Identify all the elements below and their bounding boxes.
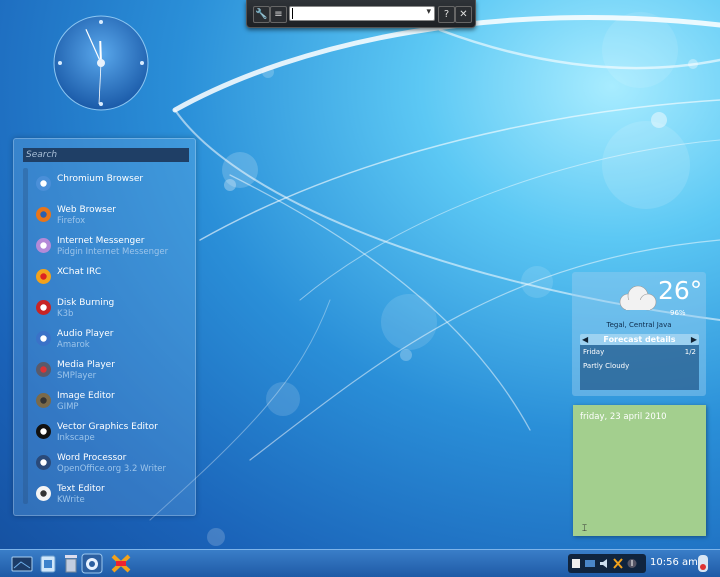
forecast-condition: Partly Cloudy (583, 362, 630, 370)
app-name: Text Editor (57, 484, 105, 494)
app-name: Audio Player (57, 329, 114, 339)
forecast-day: Friday (583, 348, 605, 356)
application-launcher: Search Chromium Browser Web Browser Fire… (13, 138, 196, 516)
settings-button[interactable]: ≡ (270, 6, 287, 23)
cloud-icon (619, 285, 657, 311)
app-item[interactable]: Web Browser Firefox (33, 201, 193, 232)
chevron-down-icon[interactable]: ▾ (426, 7, 431, 17)
app-item[interactable]: Text Editor KWrite (33, 480, 193, 511)
network-icon[interactable] (585, 558, 595, 569)
file-manager-icon[interactable] (37, 553, 59, 574)
writer-icon (36, 455, 51, 470)
search-input[interactable]: Search (23, 148, 189, 162)
inkscape-icon (36, 424, 51, 439)
app-item[interactable]: Disk Burning K3b (33, 294, 193, 325)
analog-clock (53, 15, 149, 111)
forecast-title: Forecast details (603, 335, 676, 344)
xchat-icon (36, 269, 51, 284)
app-name: Internet Messenger (57, 236, 145, 246)
volume-icon[interactable] (599, 558, 609, 569)
weather-location: Tegal, Central Java (606, 321, 672, 329)
clipboard-icon[interactable] (571, 558, 581, 569)
chromium-icon (36, 176, 51, 191)
humidity: 96% (670, 309, 686, 317)
xchat-tray-icon[interactable] (613, 558, 623, 569)
smplayer-icon (36, 362, 51, 377)
kde-menu-icon[interactable] (81, 553, 103, 574)
app-name: Chromium Browser (57, 174, 144, 184)
app-item[interactable]: XChat IRC (33, 263, 193, 294)
app-name: XChat IRC (57, 267, 102, 277)
pidgin-icon (36, 238, 51, 253)
krunner-bar: 🔧 ≡ ▾ ? ✕ (246, 0, 476, 28)
taskbar: 10:56 am (0, 549, 720, 577)
app-name: Media Player (57, 360, 115, 370)
app-item[interactable]: Vector Graphics Editor Inkscape (33, 418, 193, 449)
app-description: Pidgin Internet Messenger (57, 247, 169, 257)
app-description: KWrite (57, 495, 85, 505)
app-list: Chromium Browser Web Browser Firefox Int… (33, 170, 193, 511)
app-name: Vector Graphics Editor (57, 422, 158, 432)
app-item[interactable]: Image Editor GIMP (33, 387, 193, 418)
app-description: Inkscape (57, 433, 95, 443)
xchat-icon[interactable] (110, 553, 132, 574)
forecast-page: 1/2 (684, 348, 696, 356)
app-item[interactable]: Word Processor OpenOffice.org 3.2 Writer (33, 449, 193, 480)
weather-widget: 26° 96% Tegal, Central Java ◀ Forecast d… (572, 272, 706, 396)
app-name: Word Processor (57, 453, 127, 463)
app-item[interactable]: Audio Player Amarok (33, 325, 193, 356)
panel-toolbox-icon[interactable] (697, 553, 709, 574)
app-item[interactable]: Media Player SMPlayer (33, 356, 193, 387)
app-description: K3b (57, 309, 74, 319)
app-description: Firefox (57, 216, 86, 226)
app-description: GIMP (57, 402, 79, 412)
temperature: 26° (658, 276, 703, 305)
help-button[interactable]: ? (438, 6, 455, 23)
close-button[interactable]: ✕ (455, 6, 472, 23)
taskbar-clock[interactable]: 10:56 am (650, 557, 698, 568)
gimp-icon (36, 393, 51, 408)
update-notifier-icon[interactable] (627, 558, 637, 569)
app-description: SMPlayer (57, 371, 97, 381)
amarok-icon (36, 331, 51, 346)
forecast-header: ◀ Forecast details ▶ (580, 334, 699, 345)
chevron-right-icon[interactable]: ▶ (691, 334, 697, 345)
app-description: Amarok (57, 340, 90, 350)
app-name: Image Editor (57, 391, 115, 401)
app-name: Web Browser (57, 205, 116, 215)
sticky-note[interactable]: friday, 23 april 2010 𝙸 (573, 405, 706, 536)
text-cursor-icon: 𝙸 (581, 523, 589, 534)
launcher-scrollbar[interactable] (23, 168, 28, 504)
show-desktop-icon[interactable] (11, 553, 33, 574)
k3b-icon (36, 300, 51, 315)
firefox-icon (36, 207, 51, 222)
wrench-icon[interactable]: 🔧 (253, 6, 270, 23)
trash-icon[interactable] (60, 553, 82, 574)
app-name: Disk Burning (57, 298, 115, 308)
krunner-input[interactable]: ▾ (289, 6, 435, 21)
system-tray (568, 554, 646, 573)
app-item[interactable]: Internet Messenger Pidgin Internet Messe… (33, 232, 193, 263)
kwrite-icon (36, 486, 51, 501)
app-item[interactable]: Chromium Browser (33, 170, 193, 201)
forecast-panel: Friday 1/2 Partly Cloudy (580, 345, 699, 390)
app-description: OpenOffice.org 3.2 Writer (57, 464, 167, 474)
note-text[interactable]: friday, 23 april 2010 (580, 412, 667, 422)
